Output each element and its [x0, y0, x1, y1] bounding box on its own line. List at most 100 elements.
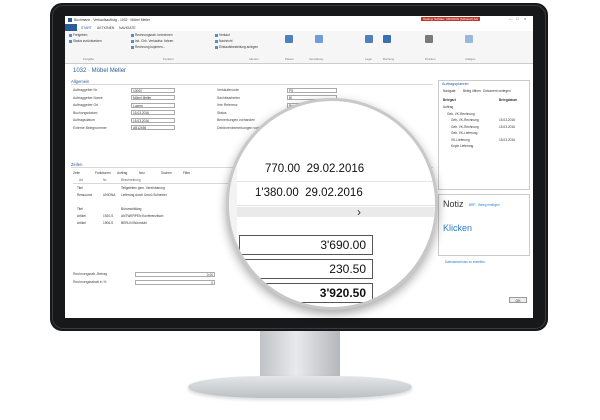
field-label: Auftraggeber Name — [73, 95, 103, 100]
notes-click-link[interactable]: Klicken — [443, 223, 472, 233]
section-divider — [71, 84, 433, 85]
total-label: Rechnungsrabatt in % — [73, 280, 107, 284]
page-title: 1032 · Möbel Meller — [73, 68, 127, 74]
field-label: Auftraggeber Nr. — [73, 88, 98, 92]
factbox-extra-text: Datenanschluss zu erstellen. — [445, 260, 486, 264]
factbox-tree-item[interactable]: Geb. VK-Rechnung — [451, 125, 479, 129]
warning-badge: Testing: Schläer: CRONUS (Schweiz) AG — [421, 17, 481, 21]
total-value[interactable]: 0.00 — [135, 271, 215, 277]
magnified-total-net: 3'690.00 — [239, 235, 373, 255]
lines-toolbar-button[interactable]: Funktionen — [95, 171, 111, 175]
field-label: Status — [217, 110, 227, 115]
group-label-release: Freigabe — [83, 57, 95, 61]
post-icon[interactable] — [383, 35, 391, 43]
create-purchase-order-button[interactable]: Einkaufsbestellung anlegen — [215, 45, 258, 49]
lines-toolbar-button[interactable]: Auftrag — [117, 171, 127, 175]
group-label-attach: Anlagen — [465, 57, 476, 61]
admin-icon[interactable] — [315, 35, 323, 43]
factbox-col-docdate: Belegdatum — [499, 98, 518, 102]
factbox-col-doctype: Belegart — [443, 98, 456, 102]
factbox-tree-item[interactable]: Geb. VK-Lieferung — [451, 131, 477, 135]
ok-button[interactable]: OK — [509, 297, 527, 303]
table-cell-no: UNIONA — [103, 193, 116, 197]
tab-aktionen[interactable]: AKTIONEN — [97, 26, 114, 30]
release-button[interactable]: Freigeben — [69, 33, 87, 37]
factbox-toolbar-button[interactable]: Navigate — [443, 89, 456, 93]
group-label-print: Drucken — [425, 57, 436, 61]
copy-invoice-button[interactable]: Rechnung kopieren... — [131, 45, 165, 49]
factbox-toolbar-button[interactable]: Beleg öffnen — [463, 89, 481, 93]
tab-start[interactable]: START — [81, 26, 92, 30]
ribbon-tabs: START AKTIONEN NAVIGATE — [65, 24, 533, 31]
factbox-tree-item[interactable]: VK-Lieferung — [451, 138, 470, 142]
tab-navigate[interactable]: NAVIGATE — [119, 26, 136, 30]
magnified-row-divider — [237, 181, 435, 182]
magnified-total-gross: 3'920.50 — [239, 283, 373, 303]
field-input[interactable]: PS — [287, 87, 337, 93]
group-label-all: Alle Ein — [249, 57, 259, 61]
reset-status-button[interactable]: Status zurücksetzen — [69, 39, 102, 43]
warehouse-icon[interactable] — [365, 35, 373, 43]
lines-toolbar-button[interactable]: Zeile — [73, 171, 80, 175]
table-cell-type: Artikel — [77, 221, 86, 225]
close-icon[interactable]: × — [524, 16, 526, 21]
group-label-plan: Planen — [285, 57, 294, 61]
field-input[interactable]: Luzern — [131, 102, 175, 108]
group-label-warehouse: Lager — [365, 57, 373, 61]
maximize-icon[interactable]: □ — [516, 16, 518, 21]
field-label: Auftragsdatum — [73, 118, 96, 122]
monitor-stand-base — [188, 376, 412, 398]
table-cell-desc: ANTWERPEN Konferenztisch — [121, 214, 164, 218]
factbox-tree-item[interactable]: Geb. VK-Rechnung — [451, 118, 479, 122]
lines-toolbar-button[interactable]: Suchen — [161, 171, 172, 175]
field-input[interactable]: Möbel Meller — [131, 95, 175, 100]
field-label: Auftraggeber Ort — [73, 103, 99, 107]
app-menu-button[interactable] — [65, 24, 77, 31]
group-label-post: Buchung — [383, 57, 395, 61]
minimize-icon[interactable]: – — [509, 16, 511, 21]
field-input[interactable]: 15.03.2016 — [131, 110, 175, 115]
table-cell-no: 1920-S — [103, 214, 114, 218]
calc-discount-button[interactable]: Rechnungsrab. berechnen — [131, 33, 173, 37]
group-label-admin: Verwaltung — [309, 57, 323, 61]
magnified-amount: 770.00 — [265, 163, 301, 175]
lines-toolbar-button[interactable]: Neu — [139, 171, 145, 175]
table-cell-desc: BERLIN Bürostuhl — [121, 221, 147, 225]
magnified-left-strip — [229, 101, 237, 307]
magnified-row-divider — [237, 205, 435, 206]
ribbon: Freigeben Status zurücksetzen Rechnungsr… — [65, 31, 533, 64]
group-label-function: Funktion — [163, 57, 174, 61]
scroll-right-icon[interactable]: › — [357, 205, 361, 219]
magnifier-lens: Einh 770.00 29.02.2016 1'380.00 29.02.20… — [226, 98, 438, 310]
field-label: Sachbearbeiter — [217, 95, 240, 100]
factbox-tree-item[interactable]: Kopie Lieferung — [451, 144, 473, 148]
factbox-tree-item[interactable]: Geb. VK-Rechnung — [447, 112, 475, 116]
magnified-date: 29.02.2016 — [306, 163, 365, 175]
total-value[interactable]: 0 — [135, 279, 215, 285]
factbox-pane: Auftragsplanner Belegart Belegdatum Navi… — [438, 80, 530, 190]
table-cell-no: 1906-S — [103, 221, 114, 225]
sales-button[interactable]: Verkauf — [215, 33, 230, 37]
factbox-toolbar-button[interactable]: Dokument verlegen — [483, 89, 511, 93]
field-input[interactable]: 15.03.2016 — [131, 117, 175, 123]
table-cell-type: Titel — [77, 186, 83, 190]
total-label: Rechnungsrab.-Betrag — [73, 272, 108, 276]
message-button[interactable]: Nachricht — [215, 39, 232, 43]
magnified-amount: 1'380.00 — [255, 187, 299, 199]
planning-icon[interactable] — [285, 35, 293, 43]
attachments-icon[interactable] — [465, 35, 473, 43]
field-input[interactable]: AB12456 — [131, 125, 175, 130]
table-cell-type: Titel — [77, 207, 83, 211]
notes-insert-link[interactable]: BRP - Beleg einfügen — [469, 203, 500, 207]
app-logo-icon — [68, 17, 72, 22]
field-input[interactable]: 10000 — [131, 87, 175, 93]
print-icon[interactable] — [425, 35, 433, 43]
monitor-stand-neck — [260, 331, 340, 379]
magnified-scrollbar[interactable] — [237, 207, 435, 217]
lines-col-header: Art — [79, 178, 84, 182]
sales-check-button[interactable]: Ink. Chk. Verkaufsz. fahren — [131, 39, 173, 43]
factbox-tree-item[interactable]: Auftrag — [443, 105, 453, 109]
lines-toolbar-button[interactable]: Filter — [183, 171, 190, 175]
table-cell-desc: Teilgeleiten gem. Vereinbarung — [121, 186, 165, 190]
magnified-col-label: Einh — [239, 139, 246, 143]
